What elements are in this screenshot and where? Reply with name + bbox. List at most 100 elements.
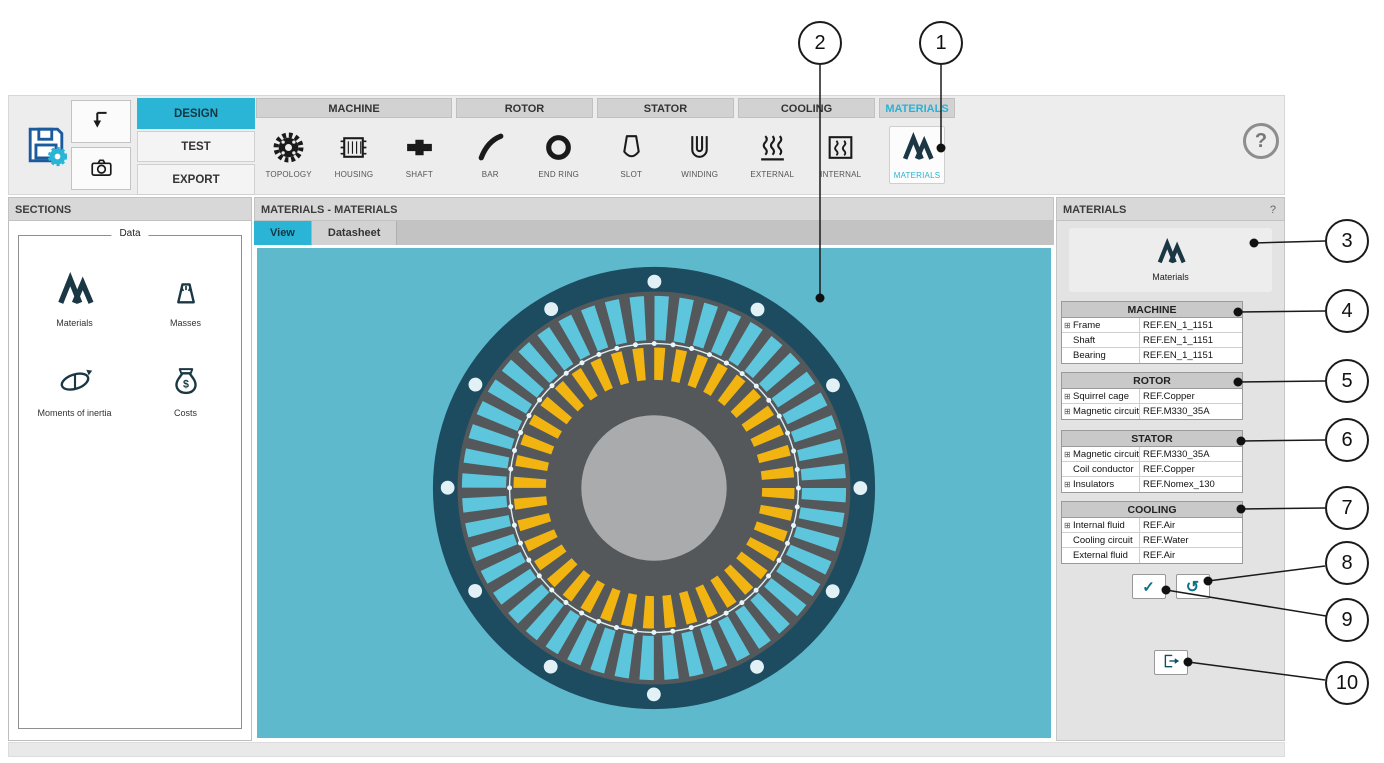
- section-item-label: Moments of inertia: [37, 408, 111, 418]
- table-row[interactable]: ⊞Insulators REF.Nomex_130: [1062, 477, 1242, 492]
- toolbar-button-shaft[interactable]: SHAFT: [391, 126, 447, 182]
- tab-test[interactable]: TEST: [137, 131, 255, 162]
- tab-view[interactable]: View: [254, 221, 312, 245]
- data-group-label: Data: [111, 228, 148, 239]
- row-value[interactable]: REF.Nomex_130: [1140, 477, 1242, 492]
- row-value[interactable]: REF.Air: [1140, 548, 1242, 563]
- table-row[interactable]: Coil conductor REF.Copper: [1062, 462, 1242, 477]
- toolbar-group-cooling: COOLING EXTERNAL INTERNAL: [738, 98, 875, 194]
- toolbar-button-end-ring[interactable]: END RING: [531, 126, 587, 182]
- apply-button[interactable]: ✓: [1132, 574, 1166, 599]
- tab-design[interactable]: DESIGN: [137, 98, 255, 129]
- table-row[interactable]: Bearing REF.EN_1_1151: [1062, 348, 1242, 363]
- main-view-header: MATERIALS - MATERIALS: [254, 197, 1054, 221]
- materials-panel-title: MATERIALS: [1063, 204, 1126, 216]
- section-item-label: Costs: [174, 408, 197, 418]
- row-value[interactable]: REF.EN_1_1151: [1140, 333, 1242, 347]
- expand-icon[interactable]: ⊞: [1064, 392, 1073, 401]
- row-value[interactable]: REF.EN_1_1151: [1140, 318, 1242, 332]
- camera-icon: [88, 154, 115, 184]
- sections-panel-header: SECTIONS: [8, 197, 252, 221]
- row-value[interactable]: REF.M330_35A: [1140, 404, 1242, 419]
- toolbar-group-title: MACHINE: [256, 98, 452, 118]
- toolbar-button-housing[interactable]: HOUSING: [326, 126, 382, 182]
- tab-datasheet[interactable]: Datasheet: [312, 221, 398, 245]
- money-bag-icon: [167, 360, 205, 402]
- table-row[interactable]: ⊞Magnetic circuit REF.M330_35A: [1062, 404, 1242, 419]
- callout-2: 2: [798, 21, 842, 65]
- section-item-costs[interactable]: Costs: [167, 360, 205, 418]
- external-cooling-icon: [756, 129, 789, 165]
- callout-5: 5: [1325, 359, 1369, 403]
- top-toolbar: DESIGN TEST EXPORT MACHINE TOPOLOGY HOUS…: [8, 95, 1285, 195]
- toolbar-button-bar[interactable]: BAR: [462, 126, 518, 182]
- help-button[interactable]: ?: [1243, 123, 1279, 159]
- sections-panel: SECTIONS Data Materials Masses Moments o…: [8, 197, 252, 741]
- view-tabstrip: View Datasheet: [254, 221, 1054, 245]
- table-row[interactable]: Cooling circuit REF.Water: [1062, 533, 1242, 548]
- materials-tool-button[interactable]: Materials: [1069, 228, 1272, 292]
- toolbar-group-title: STATOR: [597, 98, 734, 118]
- toolbar-button-materials[interactable]: MATERIALS: [889, 126, 945, 184]
- expand-icon[interactable]: ⊞: [1064, 450, 1073, 459]
- table-row[interactable]: ⊞Internal fluid REF.Air: [1062, 518, 1242, 533]
- cooling-materials-table: COOLING ⊞Internal fluid REF.Air Cooling …: [1061, 501, 1243, 564]
- materials-logo-icon: [1156, 238, 1186, 268]
- tab-export[interactable]: EXPORT: [137, 164, 255, 195]
- materials-logo-icon: [56, 270, 94, 312]
- screenshot-button[interactable]: [71, 147, 131, 190]
- toolbar-button-internal[interactable]: INTERNAL: [813, 126, 869, 182]
- import-button[interactable]: [71, 100, 131, 143]
- toolbar-button-label: TOPOLOGY: [265, 170, 311, 179]
- callout-8: 8: [1325, 541, 1369, 585]
- row-value[interactable]: REF.EN_1_1151: [1140, 348, 1242, 363]
- row-value[interactable]: REF.Copper: [1140, 389, 1242, 403]
- section-item-moments-of-inertia[interactable]: Moments of inertia: [37, 360, 111, 418]
- expand-icon[interactable]: ⊞: [1064, 480, 1073, 489]
- import-arrow-icon: [88, 107, 115, 137]
- topology-gear-icon: [272, 129, 305, 165]
- section-item-masses[interactable]: Masses: [167, 270, 205, 328]
- table-row[interactable]: External fluid REF.Air: [1062, 548, 1242, 563]
- end-ring-icon: [542, 129, 575, 165]
- toolbar-group-title: MATERIALS: [879, 98, 955, 118]
- motor-view-canvas[interactable]: [257, 248, 1051, 738]
- toolbar-button-external[interactable]: EXTERNAL: [744, 126, 800, 182]
- row-value[interactable]: REF.Copper: [1140, 462, 1242, 476]
- materials-panel-header: MATERIALS ?: [1056, 197, 1285, 221]
- toolbar-button-label: MATERIALS: [894, 171, 941, 180]
- table-row[interactable]: ⊞Magnetic circuit REF.M330_35A: [1062, 447, 1242, 462]
- toolbar-button-topology[interactable]: TOPOLOGY: [261, 126, 317, 182]
- data-group-box: Data Materials Masses Moments of inertia…: [18, 235, 242, 729]
- materials-panel: MATERIALS ? Materials MACHINE ⊞Frame REF…: [1056, 197, 1285, 741]
- expand-icon[interactable]: ⊞: [1064, 521, 1073, 530]
- table-row[interactable]: Shaft REF.EN_1_1151: [1062, 333, 1242, 348]
- toolbar-button-slot[interactable]: SLOT: [603, 126, 659, 182]
- panel-help-icon[interactable]: ?: [1270, 198, 1276, 222]
- row-label: Shaft: [1073, 335, 1095, 346]
- toolbar-button-label: SLOT: [620, 170, 642, 179]
- row-label: Cooling circuit: [1073, 535, 1133, 546]
- expand-icon[interactable]: ⊞: [1064, 407, 1073, 416]
- row-value[interactable]: REF.M330_35A: [1140, 447, 1242, 461]
- sections-panel-title: SECTIONS: [15, 204, 71, 216]
- toolbar-button-winding[interactable]: WINDING: [672, 126, 728, 182]
- rotation-inertia-icon: [56, 360, 94, 402]
- row-value[interactable]: REF.Water: [1140, 533, 1242, 547]
- materials-logo-icon: [901, 130, 934, 166]
- table-row[interactable]: ⊞Squirrel cage REF.Copper: [1062, 389, 1242, 404]
- restore-button[interactable]: ↺: [1176, 574, 1210, 599]
- scale-icon: [167, 270, 205, 312]
- export-row: [1057, 650, 1284, 675]
- toolbar-button-label: INTERNAL: [820, 170, 861, 179]
- export-materials-button[interactable]: [1154, 650, 1188, 675]
- check-icon: ✓: [1142, 578, 1155, 596]
- save-project-button[interactable]: [23, 122, 69, 168]
- page-title: MATERIALS - MATERIALS: [261, 204, 397, 216]
- row-label: Insulators: [1073, 479, 1114, 490]
- row-value[interactable]: REF.Air: [1140, 518, 1242, 532]
- section-item-materials[interactable]: Materials: [56, 270, 94, 328]
- expand-icon[interactable]: ⊞: [1064, 321, 1073, 330]
- table-row[interactable]: ⊞Frame REF.EN_1_1151: [1062, 318, 1242, 333]
- export-icon: [1161, 651, 1181, 674]
